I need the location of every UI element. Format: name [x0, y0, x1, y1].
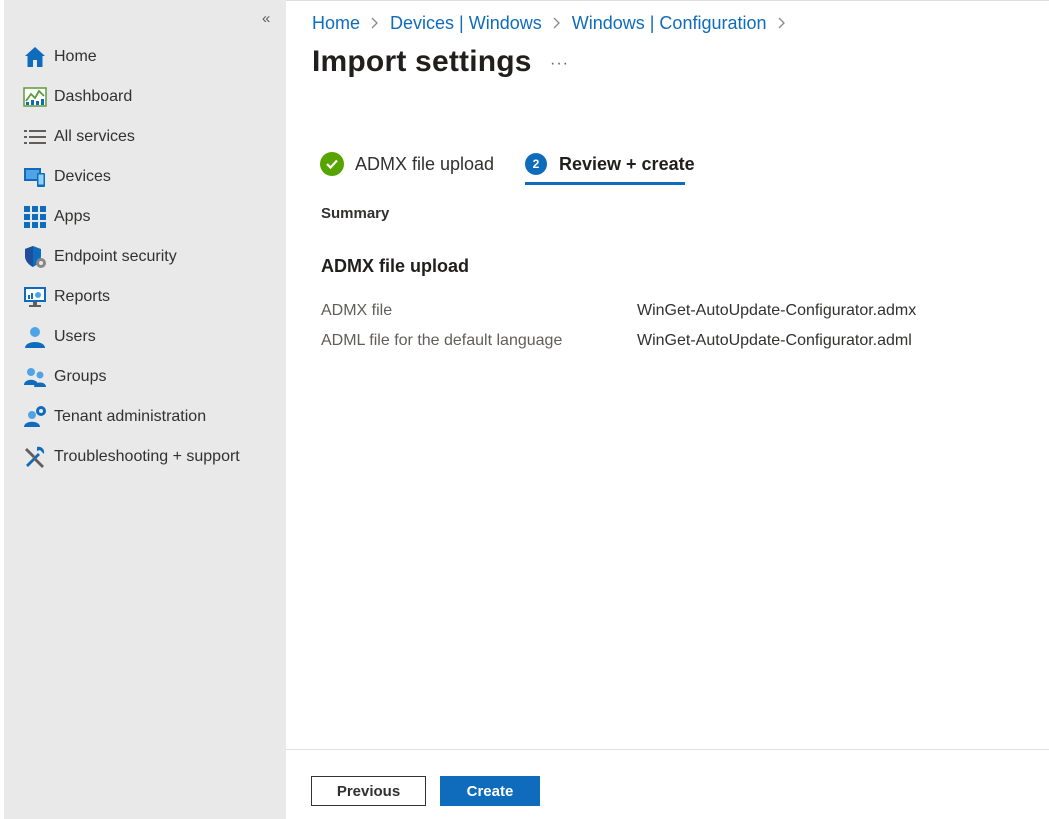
sidebar-item-label: Users — [54, 328, 96, 345]
chevron-right-icon — [553, 16, 561, 32]
sidebar-item-users[interactable]: Users — [4, 317, 286, 357]
tab-admx-file-upload[interactable]: ADMX file upload — [320, 150, 494, 178]
more-options-button[interactable]: ··· — [550, 55, 569, 73]
create-button[interactable]: Create — [440, 776, 540, 806]
sidebar: « Home Dashboard All services Devices Ap… — [4, 0, 286, 819]
sidebar-item-dashboard[interactable]: Dashboard — [4, 77, 286, 117]
sidebar-item-tenant-administration[interactable]: Tenant administration — [4, 397, 286, 437]
sidebar-nav: Home Dashboard All services Devices Apps… — [4, 37, 286, 477]
group-icon — [23, 365, 47, 389]
sidebar-item-all-services[interactable]: All services — [4, 117, 286, 157]
step-label: Review + create — [559, 153, 695, 174]
sidebar-item-label: Dashboard — [54, 88, 133, 105]
active-tab-indicator — [525, 182, 685, 185]
breadcrumb-home[interactable]: Home — [312, 13, 360, 34]
breadcrumb-devices-windows[interactable]: Devices | Windows — [390, 13, 542, 34]
tab-review-create[interactable]: 2 Review + create — [525, 150, 695, 186]
summary-row-value: WinGet-AutoUpdate-Configurator.adml — [637, 332, 912, 349]
main-content: Home Devices | Windows Windows | Configu… — [286, 0, 1049, 819]
page-title: Import settings — [312, 45, 532, 78]
sidebar-item-label: Tenant administration — [54, 408, 207, 425]
sidebar-item-groups[interactable]: Groups — [4, 357, 286, 397]
summary-row-label: ADMX file — [321, 302, 393, 319]
breadcrumb-windows-configuration[interactable]: Windows | Configuration — [572, 13, 767, 34]
sidebar-item-label: All services — [54, 128, 135, 145]
devices-icon — [23, 165, 47, 189]
step-label: ADMX file upload — [355, 153, 495, 174]
sidebar-item-label: Reports — [54, 288, 111, 305]
summary-row-value: WinGet-AutoUpdate-Configurator.admx — [637, 302, 917, 319]
checkmark-icon — [320, 152, 344, 176]
summary-row: ADMX file WinGet-AutoUpdate-Configurator… — [321, 302, 916, 320]
user-icon — [23, 325, 47, 349]
sidebar-item-home[interactable]: Home — [4, 37, 286, 77]
shield-gear-icon — [23, 245, 47, 269]
sidebar-item-label: Groups — [54, 368, 107, 385]
breadcrumb: Home Devices | Windows Windows | Configu… — [312, 13, 797, 34]
section-title: ADMX file upload — [321, 256, 469, 276]
collapse-sidebar-button[interactable]: « — [262, 10, 270, 27]
summary-row: ADML file for the default language WinGe… — [321, 332, 912, 350]
top-divider — [286, 0, 1049, 1]
sidebar-item-label: Home — [54, 48, 97, 65]
sidebar-item-devices[interactable]: Devices — [4, 157, 286, 197]
tenant-gear-icon — [23, 405, 47, 429]
sidebar-item-apps[interactable]: Apps — [4, 197, 286, 237]
dashboard-icon — [23, 85, 47, 109]
sidebar-item-label: Devices — [54, 168, 111, 185]
apps-grid-icon — [23, 205, 47, 229]
summary-heading: Summary — [321, 205, 390, 222]
sidebar-item-label: Troubleshooting + support — [54, 448, 240, 465]
sidebar-item-endpoint-security[interactable]: Endpoint security — [4, 237, 286, 277]
sidebar-item-label: Endpoint security — [54, 248, 177, 265]
previous-button[interactable]: Previous — [311, 776, 426, 806]
app-window: « Home Dashboard All services Devices Ap… — [0, 0, 1049, 819]
home-icon — [23, 45, 47, 69]
list-icon — [23, 125, 47, 149]
footer-divider — [286, 749, 1049, 750]
tools-icon — [23, 445, 47, 469]
chevron-right-icon — [778, 16, 786, 32]
summary-row-label: ADML file for the default language — [321, 332, 563, 349]
sidebar-item-troubleshooting[interactable]: Troubleshooting + support — [4, 437, 286, 477]
sidebar-item-label: Apps — [54, 208, 91, 225]
sidebar-item-reports[interactable]: Reports — [4, 277, 286, 317]
reports-monitor-icon — [23, 285, 47, 309]
chevron-right-icon — [371, 16, 379, 32]
step-number-badge: 2 — [525, 153, 547, 175]
